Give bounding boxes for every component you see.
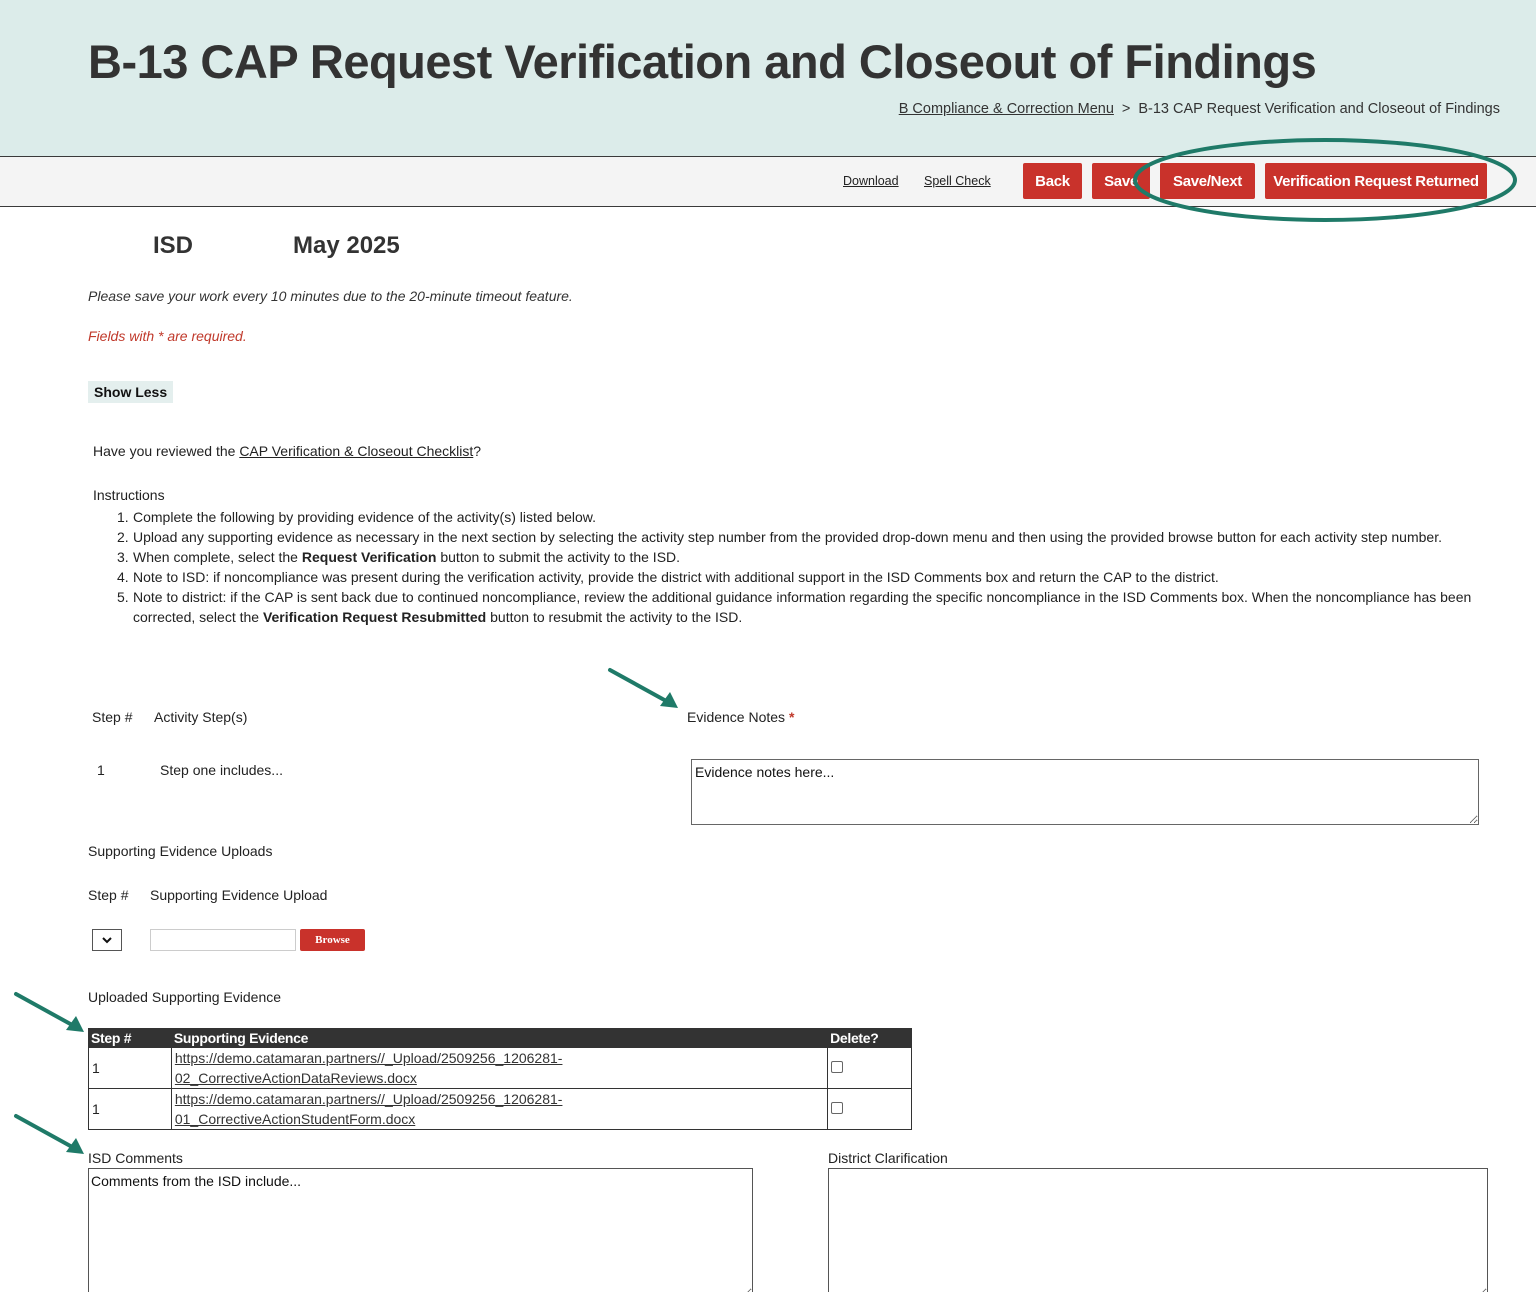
instruction-bold: Verification Request Resubmitted xyxy=(262,609,487,625)
toolbar: Download Spell Check Back Save Save/Next… xyxy=(0,156,1536,207)
row-delete-cell xyxy=(827,1088,912,1130)
row-evidence-cell: https://demo.catamaran.partners//_Upload… xyxy=(170,1047,829,1089)
download-link[interactable]: Download xyxy=(843,174,899,188)
isd-comments-label: ISD Comments xyxy=(88,1150,183,1166)
row-step: 1 xyxy=(88,1047,172,1089)
instruction-text: Upload any supporting evidence as necess… xyxy=(133,529,1442,545)
instruction-number: 3. xyxy=(117,549,129,565)
step-number-select[interactable] xyxy=(92,929,122,951)
back-button[interactable]: Back xyxy=(1023,163,1082,199)
instruction-text: Note to ISD: if noncompliance was presen… xyxy=(133,569,1219,585)
evidence-file-link[interactable]: https://demo.catamaran.partners//_Upload… xyxy=(175,1048,824,1088)
arrow-annotation-uploaded-evidence xyxy=(14,992,84,1032)
required-asterisk: * xyxy=(788,709,795,725)
evidence-link-line2: 02_CorrectiveActionDataReviews.docx xyxy=(174,1070,417,1086)
show-less-button[interactable]: Show Less xyxy=(88,381,174,403)
date-label: May 2025 xyxy=(293,232,400,259)
evidence-link-line1: https://demo.catamaran.partners//_Upload… xyxy=(174,1050,563,1066)
instruction-item: 4. Note to ISD: if noncompliance was pres… xyxy=(117,567,1493,587)
browse-button[interactable]: Browse xyxy=(300,929,365,951)
evidence-notes-textarea[interactable]: Evidence notes here... xyxy=(691,759,1479,825)
instruction-text: button to resubmit the activity to the I… xyxy=(486,609,743,625)
instruction-number: 4. xyxy=(117,569,129,585)
table-row: 1 https://demo.catamaran.partners//_Uplo… xyxy=(88,1088,912,1130)
instruction-bold: Request Verification xyxy=(301,549,437,565)
arrow-annotation-evidence-notes xyxy=(608,668,678,708)
breadcrumb-parent-link[interactable]: B Compliance & Correction Menu xyxy=(899,101,1114,117)
instruction-item: 2. Upload any supporting evidence as nece… xyxy=(117,527,1493,547)
instruction-text: When complete, select the xyxy=(133,549,302,565)
file-path-input[interactable] xyxy=(150,929,296,951)
uploaded-evidence-table: Step # Supporting Evidence Delete? 1 htt… xyxy=(88,1028,912,1130)
instruction-item: 5. Note to district: if the CAP is sent b… xyxy=(117,587,1493,627)
evidence-notes-header: Evidence Notes * xyxy=(687,709,794,725)
checklist-question: Have you reviewed the CAP Verification &… xyxy=(93,443,481,459)
timeout-note: Please save your work every 10 minutes d… xyxy=(88,288,573,304)
breadcrumb: B Compliance & Correction Menu > B-13 CAP … xyxy=(899,101,1500,117)
page-title: B-13 CAP Request Verification and Closeo… xyxy=(88,35,1317,88)
activity-step-number: 1 xyxy=(97,762,105,778)
evidence-file-link[interactable]: https://demo.catamaran.partners//_Upload… xyxy=(175,1089,824,1129)
instructions-title: Instructions xyxy=(93,487,165,503)
activity-step-header: Step # xyxy=(92,709,133,725)
table-row: 1 https://demo.catamaran.partners//_Uplo… xyxy=(88,1047,912,1089)
instruction-number: 2. xyxy=(117,529,129,545)
row-delete-cell xyxy=(827,1047,912,1089)
uploaded-evidence-title: Uploaded Supporting Evidence xyxy=(88,989,282,1005)
row-step: 1 xyxy=(88,1088,172,1130)
instruction-number: 1. xyxy=(117,509,129,525)
org-label: ISD xyxy=(153,232,194,259)
table-header-step: Step # xyxy=(88,1028,172,1048)
evidence-notes-label: Evidence Notes xyxy=(687,709,786,725)
isd-comments-textarea[interactable]: Comments from the ISD include... xyxy=(88,1168,753,1292)
instruction-item: 1. Complete the following by providing ev… xyxy=(117,507,1493,527)
delete-checkbox[interactable] xyxy=(831,1102,844,1114)
evidence-link-line2: 01_CorrectiveActionStudentForm.docx xyxy=(174,1111,416,1127)
breadcrumb-separator: > xyxy=(1121,101,1131,117)
supporting-uploads-title: Supporting Evidence Uploads xyxy=(88,843,273,859)
instruction-number: 5. xyxy=(117,589,129,605)
instruction-text: Complete the following by providing evid… xyxy=(133,509,597,525)
upload-header: Supporting Evidence Upload xyxy=(150,887,328,903)
table-header-evidence: Supporting Evidence xyxy=(170,1028,829,1048)
arrow-annotation-isd-comments xyxy=(14,1114,84,1154)
save-next-button[interactable]: Save/Next xyxy=(1160,163,1255,199)
activity-steps-header: Activity Step(s) xyxy=(154,709,248,725)
required-note: Fields with * are required. xyxy=(88,328,247,344)
checklist-link[interactable]: CAP Verification & Closeout Checklist xyxy=(239,443,473,459)
save-button[interactable]: Save xyxy=(1092,163,1150,199)
delete-checkbox[interactable] xyxy=(831,1061,844,1073)
checklist-prefix: Have you reviewed the xyxy=(93,443,240,459)
chevron-down-icon xyxy=(102,937,112,944)
row-evidence-cell: https://demo.catamaran.partners//_Upload… xyxy=(170,1088,829,1130)
activity-step-text: Step one includes... xyxy=(160,762,283,778)
instructions-list: 1. Complete the following by providing ev… xyxy=(117,507,1493,627)
breadcrumb-current: B-13 CAP Request Verification and Closeo… xyxy=(1138,101,1500,117)
instruction-text: button to submit the activity to the ISD… xyxy=(436,549,681,565)
checklist-suffix: ? xyxy=(473,443,482,459)
table-header-row: Step # Supporting Evidence Delete? xyxy=(88,1028,912,1048)
district-clarification-textarea[interactable] xyxy=(828,1168,1488,1292)
upload-step-header: Step # xyxy=(88,887,129,903)
page-header: B-13 CAP Request Verification and Closeo… xyxy=(0,0,1536,156)
evidence-link-line1: https://demo.catamaran.partners//_Upload… xyxy=(174,1091,563,1107)
table-header-delete: Delete? xyxy=(827,1028,912,1048)
instruction-item: 3. When complete, select the Request Veri… xyxy=(117,547,1493,567)
verification-request-returned-button[interactable]: Verification Request Returned xyxy=(1265,163,1487,199)
district-clarification-label: District Clarification xyxy=(828,1150,948,1166)
spell-check-link[interactable]: Spell Check xyxy=(924,174,991,188)
